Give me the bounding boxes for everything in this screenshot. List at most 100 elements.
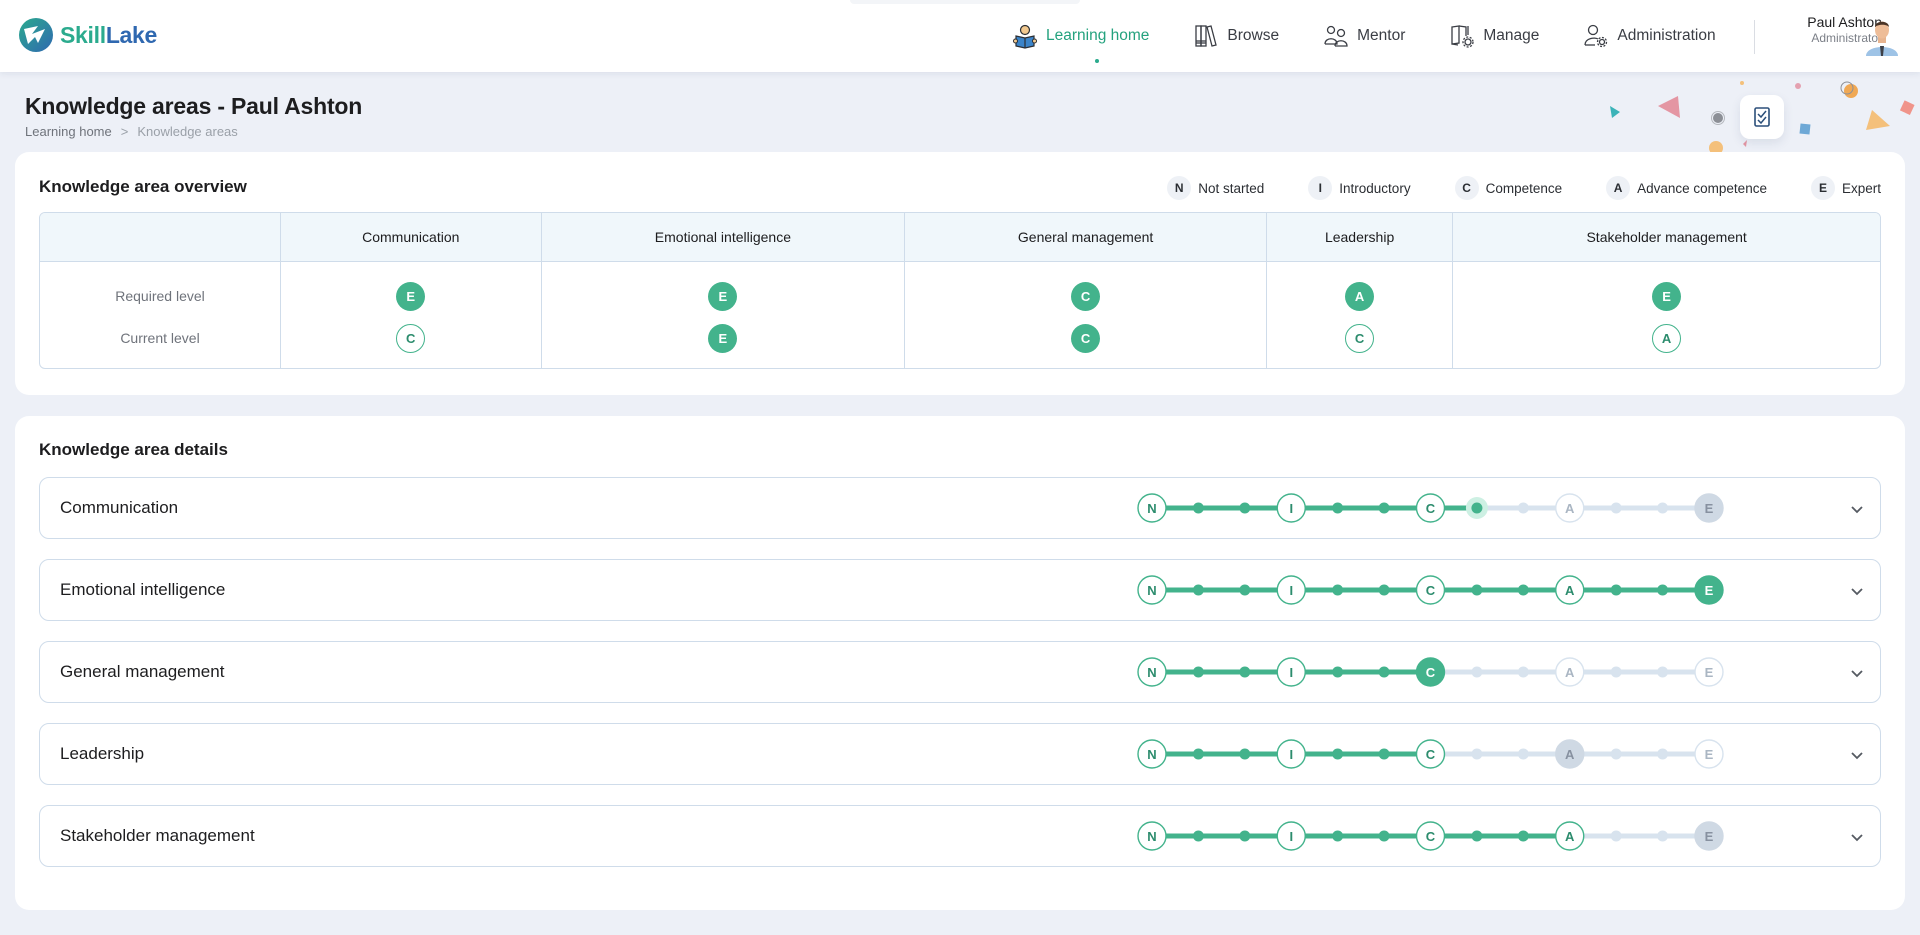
nav-label: Manage — [1483, 27, 1540, 44]
step-dot — [1192, 666, 1204, 678]
chevron-down-icon[interactable] — [1848, 500, 1866, 518]
chevron-down-icon[interactable] — [1848, 582, 1866, 600]
skilllake-logo-icon — [19, 18, 53, 52]
nav-learning-home[interactable]: Learning home — [1012, 23, 1150, 63]
level-node-label: C — [1426, 583, 1436, 598]
step-dot — [1517, 502, 1529, 514]
nav-administration[interactable]: Administration — [1583, 23, 1716, 49]
step-dot — [1332, 748, 1344, 760]
breadcrumb-current: Knowledge areas — [137, 124, 238, 139]
step-dot — [1610, 666, 1622, 678]
level-node-label: C — [1426, 501, 1436, 516]
level-node-label: N — [1147, 583, 1156, 598]
step-dot — [1657, 584, 1669, 596]
row-label: Current level — [120, 330, 200, 346]
level-node-label: E — [1705, 501, 1714, 516]
knowledge-area-row[interactable]: Emotional intelligence N I C A E — [39, 559, 1881, 621]
main-nav: Learning home Browse Mentor Manage Admin… — [1012, 0, 1760, 72]
legend-label: Introductory — [1339, 180, 1411, 196]
step-dot — [1239, 830, 1251, 842]
nav-label: Administration — [1617, 27, 1716, 44]
step-dot — [1332, 584, 1344, 596]
bookshelf-icon — [1195, 25, 1218, 47]
knowledge-area-row[interactable]: Stakeholder management N I C A E — [39, 805, 1881, 867]
table-row-current-level: Current level C E C C A — [40, 318, 1880, 368]
current-step-dot — [1471, 502, 1483, 514]
nav-mentor[interactable]: Mentor — [1323, 23, 1405, 49]
level-badge: A — [1652, 323, 1682, 353]
level-node-label: I — [1289, 747, 1293, 762]
knowledge-area-name: Stakeholder management — [60, 826, 255, 845]
step-dot — [1332, 666, 1344, 678]
level-node-label: I — [1289, 583, 1293, 598]
nav-browse[interactable]: Browse — [1193, 23, 1279, 49]
level-badge: E — [396, 281, 426, 311]
overview-table: Communication Emotional intelligence Gen… — [39, 212, 1881, 369]
table-row-required-level: Required level E E C A E — [40, 262, 1880, 318]
step-dot — [1471, 584, 1483, 596]
step-dot — [1239, 502, 1251, 514]
level-badge: E — [1652, 281, 1682, 311]
step-dot — [1471, 748, 1483, 760]
step-dot — [1239, 584, 1251, 596]
chevron-down-icon[interactable] — [1848, 664, 1866, 682]
avatar[interactable] — [1862, 16, 1902, 56]
step-dot — [1192, 748, 1204, 760]
step-dot — [1192, 502, 1204, 514]
details-title: Knowledge area details — [39, 440, 228, 459]
tasks-button[interactable] — [1740, 95, 1784, 139]
chevron-down-icon[interactable] — [1848, 828, 1866, 846]
legend-label: Competence — [1485, 180, 1563, 196]
nav-divider — [1754, 20, 1755, 54]
knowledge-area-row[interactable]: General management N I C A E — [39, 641, 1881, 703]
knowledge-area-row[interactable]: Communication N I C A E — [39, 477, 1881, 539]
knowledge-area-name: Leadership — [60, 744, 145, 763]
legend-item: E Expert — [1810, 176, 1881, 200]
step-dot — [1239, 666, 1251, 678]
step-dot — [1610, 748, 1622, 760]
knowledge-area-details-card: Knowledge area details Communication NIC… — [15, 416, 1905, 910]
level-node-label: N — [1147, 665, 1156, 680]
legend-item: N Not started — [1167, 176, 1264, 200]
brand-name-part1: Skill — [60, 21, 106, 48]
level-badge: C — [1071, 323, 1101, 353]
step-dot — [1239, 748, 1251, 760]
level-node-label: C — [1426, 829, 1436, 844]
chevron-down-icon[interactable] — [1848, 746, 1866, 764]
level-progress-track: NICAE — [1137, 821, 1724, 851]
breadcrumb-home-link[interactable]: Learning home — [25, 124, 112, 139]
nav-manage[interactable]: Manage — [1449, 23, 1539, 49]
knowledge-area-row[interactable]: Leadership N I C A E — [39, 723, 1881, 785]
level-badge: C — [1071, 281, 1101, 311]
active-indicator — [1094, 59, 1099, 63]
step-dot — [1471, 830, 1483, 842]
level-progress-track: NICAE — [1137, 739, 1724, 769]
level-node-label: N — [1147, 501, 1156, 516]
step-dot — [1378, 502, 1390, 514]
legend-label: Advance competence — [1637, 180, 1767, 196]
level-node-label: E — [1705, 829, 1714, 844]
brand-logo[interactable]: SkillLake — [18, 17, 157, 53]
nav-label: Learning home — [1046, 27, 1150, 44]
level-node-label: I — [1289, 665, 1293, 680]
legend-badge: E — [1810, 176, 1835, 200]
level-node-label: A — [1565, 829, 1575, 844]
step-dot — [1610, 584, 1622, 596]
page-header: Knowledge areas - Paul Ashton Learning h… — [25, 93, 362, 139]
top-navigation-bar: SkillLake Learning home Browse Mentor Ma… — [0, 0, 1920, 72]
level-badge: C — [1345, 323, 1375, 353]
step-dot — [1332, 502, 1344, 514]
step-dot — [1610, 502, 1622, 514]
legend-item: I Introductory — [1308, 176, 1411, 200]
user-gear-icon — [1584, 24, 1608, 48]
step-dot — [1657, 502, 1669, 514]
level-progress-track: NICAE — [1137, 657, 1724, 687]
column-header: Communication — [280, 213, 541, 262]
level-node-label: C — [1426, 665, 1436, 680]
row-label: Required level — [115, 288, 205, 304]
column-header: Stakeholder management — [1452, 213, 1880, 262]
step-dot — [1192, 830, 1204, 842]
legend-label: Expert — [1841, 180, 1881, 196]
knowledge-area-name: Emotional intelligence — [60, 580, 226, 599]
step-dot — [1378, 584, 1390, 596]
